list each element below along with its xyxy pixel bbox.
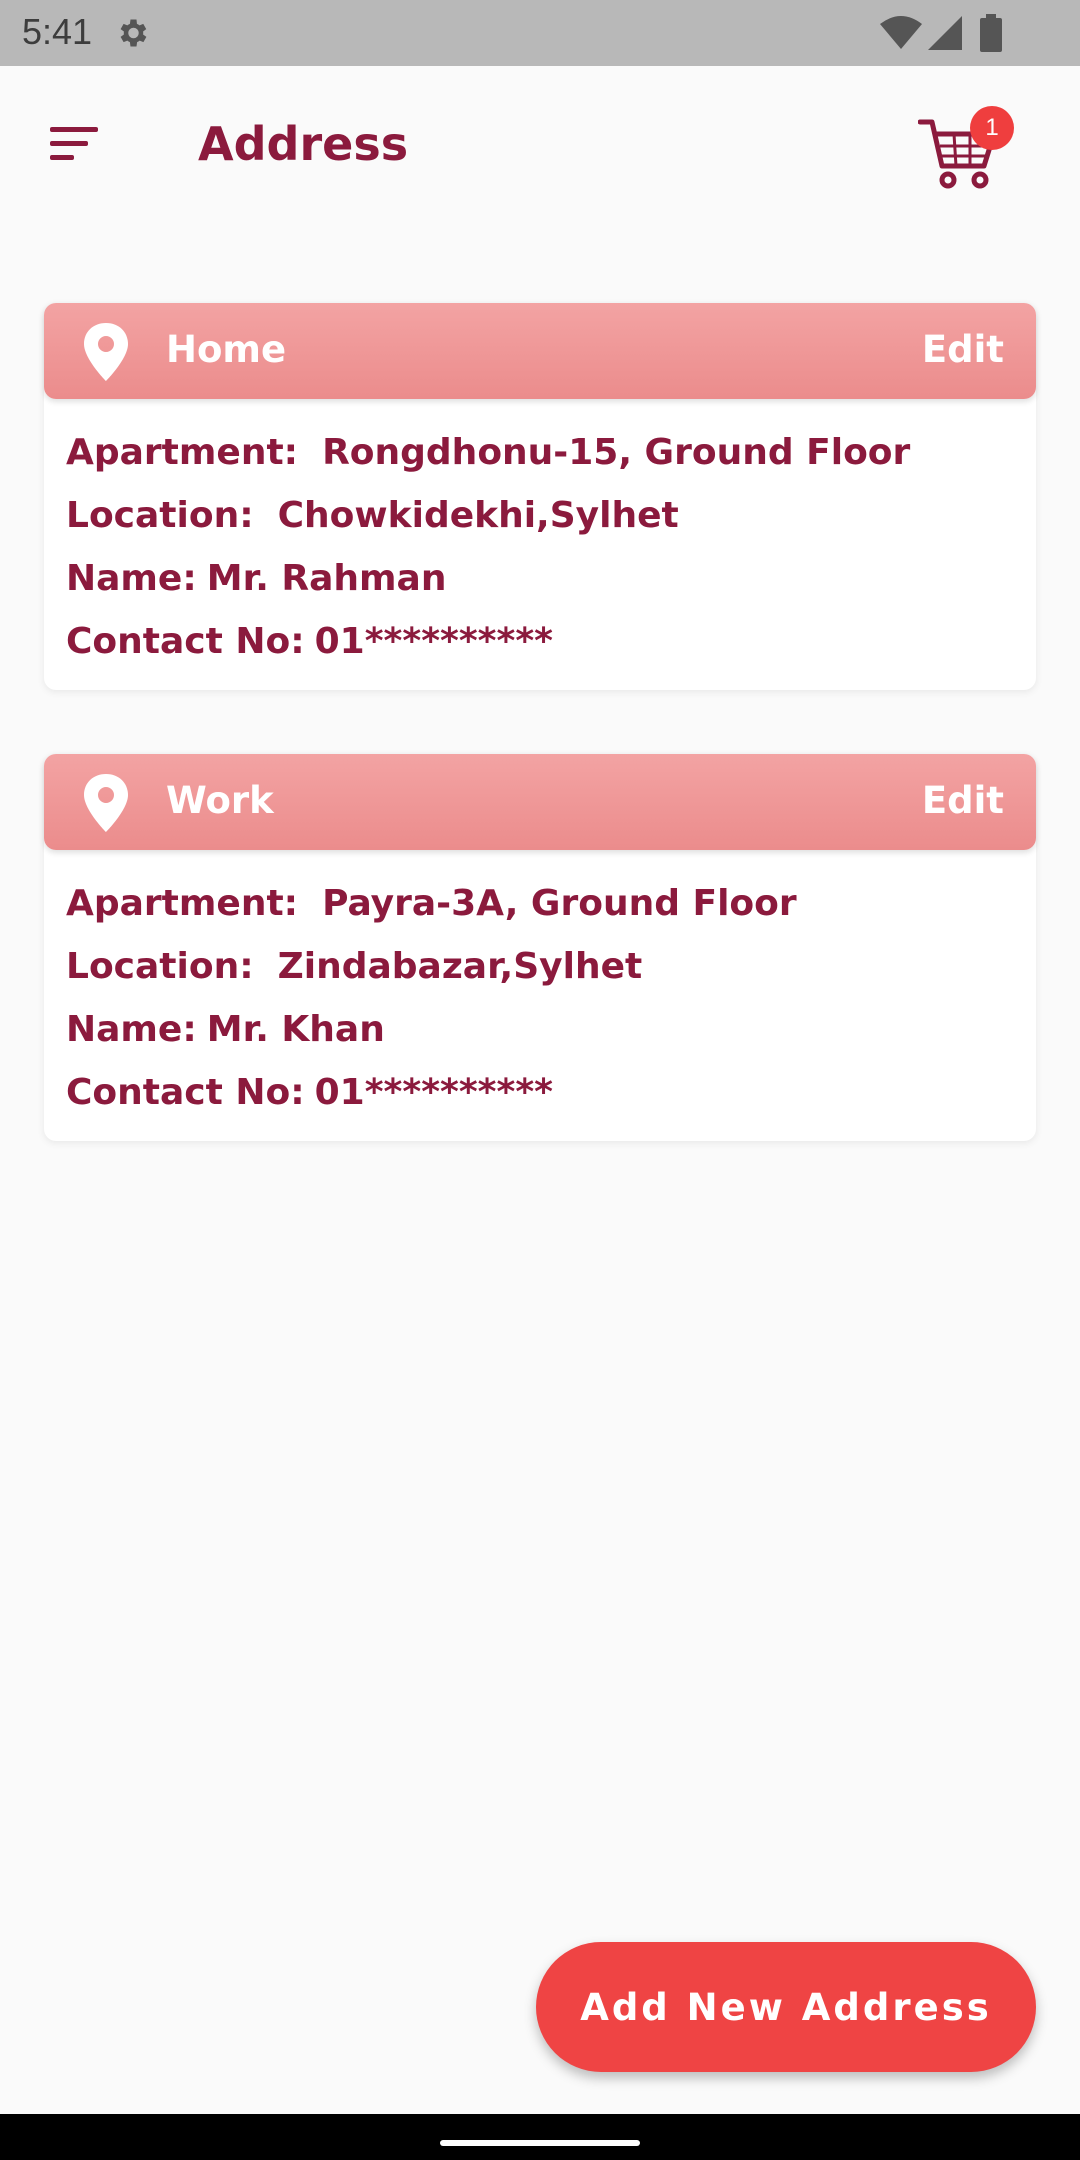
add-new-address-button[interactable]: Add New Address xyxy=(536,1942,1036,2072)
name-label: Name: xyxy=(66,1009,197,1050)
cart-count-badge: 1 xyxy=(970,106,1014,150)
address-details: Apartment: Rongdhonu-15, Ground Floor Lo… xyxy=(66,421,910,673)
gear-icon xyxy=(120,19,147,47)
name-value: Mr. Rahman xyxy=(206,558,447,599)
home-indicator[interactable] xyxy=(440,2140,640,2146)
status-time: 5:41 xyxy=(22,11,93,52)
signal-icon xyxy=(928,16,962,50)
address-card-home: Home Edit Apartment: Rongdhonu-15, Groun… xyxy=(44,303,1036,690)
contact-value: 01********** xyxy=(314,621,553,662)
apartment-label: Apartment: xyxy=(66,432,299,473)
location-pin-icon xyxy=(84,323,128,381)
location-label: Location: xyxy=(66,495,254,536)
location-value: Zindabazar,Sylhet xyxy=(277,946,643,987)
location-row: Location: Zindabazar,Sylhet xyxy=(66,935,797,998)
apartment-row: Apartment: Rongdhonu-15, Ground Floor xyxy=(66,421,910,484)
edit-button[interactable]: Edit xyxy=(922,776,1004,826)
apartment-label: Apartment: xyxy=(66,883,299,924)
apartment-value: Rongdhonu-15, Ground Floor xyxy=(322,432,911,473)
contact-label: Contact No: xyxy=(66,621,305,662)
address-details: Apartment: Payra-3A, Ground Floor Locati… xyxy=(66,872,797,1124)
battery-icon xyxy=(980,14,1002,52)
edit-button[interactable]: Edit xyxy=(922,325,1004,375)
wifi-icon xyxy=(880,16,922,49)
name-row: Name: Mr. Rahman xyxy=(66,547,910,610)
address-card-header: Work Edit xyxy=(44,754,1036,850)
contact-value: 01********** xyxy=(314,1072,553,1113)
menu-icon[interactable] xyxy=(46,121,106,165)
name-row: Name: Mr. Khan xyxy=(66,998,797,1061)
contact-label: Contact No: xyxy=(66,1072,305,1113)
name-label: Name: xyxy=(66,558,197,599)
location-pin-icon xyxy=(84,774,128,832)
status-bar: 5:41 xyxy=(0,0,1080,66)
location-row: Location: Chowkidekhi,Sylhet xyxy=(66,484,910,547)
contact-row: Contact No: 01********** xyxy=(66,1061,797,1124)
apartment-value: Payra-3A, Ground Floor xyxy=(322,883,797,924)
contact-row: Contact No: 01********** xyxy=(66,610,910,673)
page-title: Address xyxy=(198,117,409,171)
cart-button[interactable]: 1 xyxy=(918,106,1018,192)
location-value: Chowkidekhi,Sylhet xyxy=(277,495,679,536)
location-label: Location: xyxy=(66,946,254,987)
name-value: Mr. Khan xyxy=(206,1009,385,1050)
address-label: Work xyxy=(166,779,274,822)
apartment-row: Apartment: Payra-3A, Ground Floor xyxy=(66,872,797,935)
address-card-work: Work Edit Apartment: Payra-3A, Ground Fl… xyxy=(44,754,1036,1141)
address-card-header: Home Edit xyxy=(44,303,1036,399)
navigation-bar xyxy=(0,2114,1080,2160)
address-label: Home xyxy=(166,328,287,371)
app-bar: Address 1 xyxy=(0,66,1080,216)
